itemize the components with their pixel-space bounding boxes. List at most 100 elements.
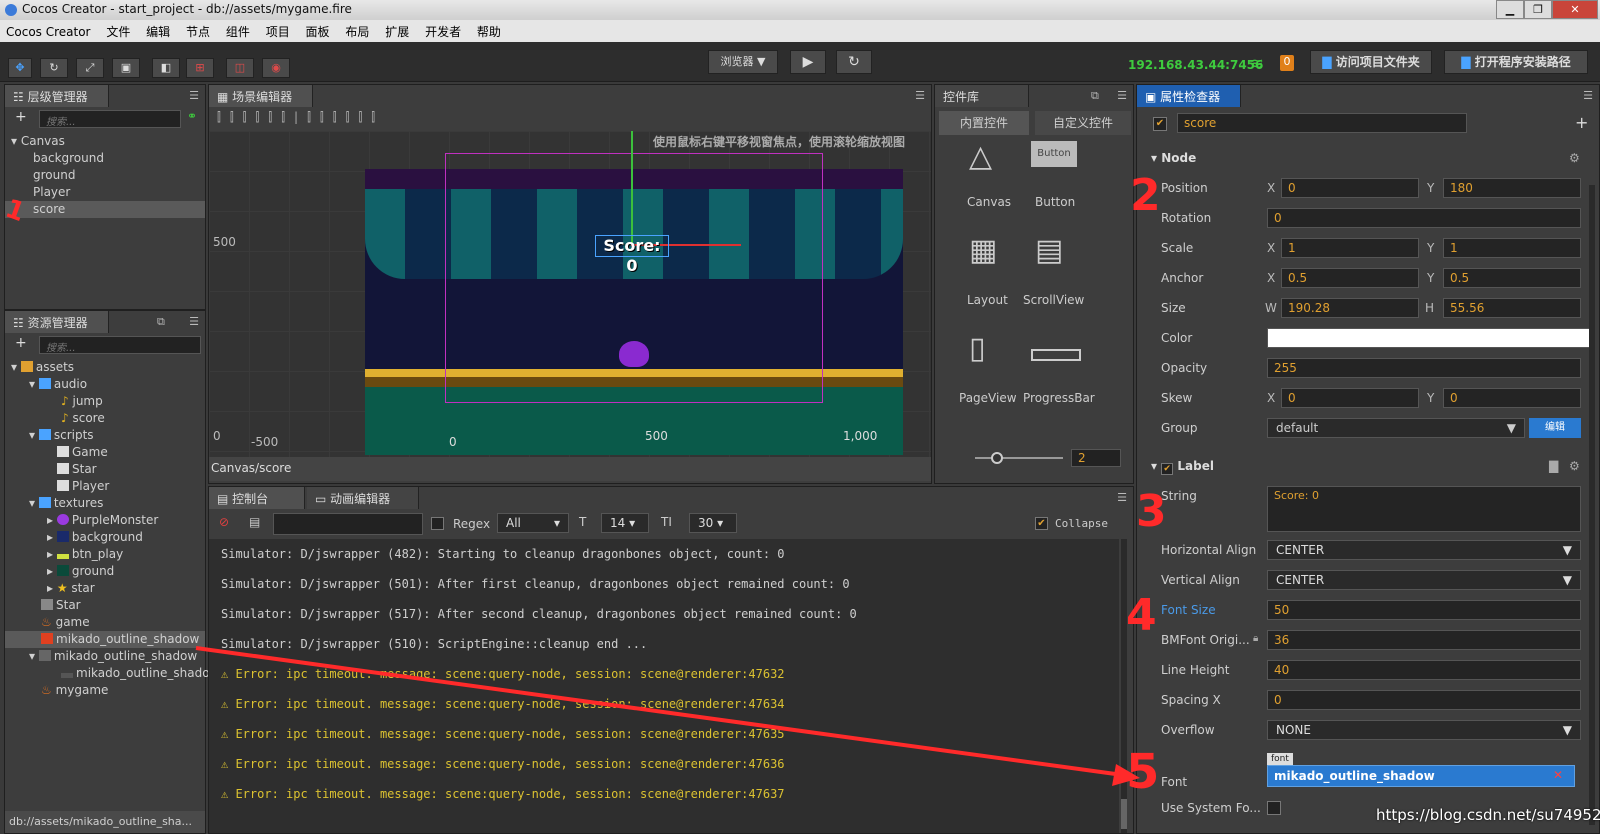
asset-folder[interactable]: ▾ textures xyxy=(5,495,205,512)
minimize-button[interactable]: ▁ xyxy=(1496,0,1524,19)
canvas-widget-icon[interactable]: △ xyxy=(969,139,992,174)
scrollbar-thumb[interactable] xyxy=(1121,799,1127,829)
error-line[interactable]: ⚠ Error: ipc timeout. message: scene:que… xyxy=(221,757,785,771)
halign-select[interactable]: CENTER ▼ xyxy=(1267,540,1581,560)
preview-platform-select[interactable]: 浏览器 ▼ xyxy=(708,50,778,74)
coord-icon[interactable]: ⊞ xyxy=(186,58,214,78)
label-section-header[interactable]: ▾ ✔ Label xyxy=(1151,459,1214,475)
zoom-slider[interactable] xyxy=(975,457,1063,459)
console-line-height-select[interactable]: 30 ▾ xyxy=(689,513,737,533)
tab-scene[interactable]: ▦ 场景编辑器 xyxy=(209,85,313,107)
log-level-select[interactable]: All ▾ xyxy=(497,513,569,533)
tab-widgets[interactable]: 控件库 xyxy=(935,85,1029,107)
opacity-input[interactable]: 255 xyxy=(1267,358,1581,378)
log-line[interactable]: Simulator: D/jswrapper (517): After seco… xyxy=(221,607,857,621)
menu-app[interactable]: Cocos Creator xyxy=(0,22,97,42)
add-node-icon[interactable]: + xyxy=(15,109,27,125)
rect-tool-icon[interactable]: ▣ xyxy=(112,58,140,78)
error-line[interactable]: ⚠ Error: ipc timeout. message: scene:que… xyxy=(221,697,785,711)
add-asset-icon[interactable]: + xyxy=(15,335,27,351)
tab-custom-widgets[interactable]: 自定义控件 xyxy=(1035,111,1131,135)
popout-icon[interactable]: ⧉ xyxy=(157,315,165,329)
asset-item[interactable]: Star xyxy=(5,597,205,614)
scrollview-widget-icon[interactable]: ▤ xyxy=(1035,233,1063,268)
panel-menu-icon[interactable]: ☰ xyxy=(1583,89,1593,102)
font-size-input[interactable]: 50 xyxy=(1267,600,1581,620)
close-button[interactable]: ✕ xyxy=(1552,0,1598,19)
tab-animation[interactable]: ▭ 动画编辑器 xyxy=(307,487,419,509)
zoom-value-input[interactable]: 2 xyxy=(1071,449,1121,467)
position-y-input[interactable]: 180 xyxy=(1443,178,1581,198)
size-h-input[interactable]: 55.56 xyxy=(1443,298,1581,318)
log-line[interactable]: Simulator: D/jswrapper (482): Starting t… xyxy=(221,547,785,561)
node-active-checkbox[interactable]: ✔ xyxy=(1153,117,1167,131)
asset-item[interactable]: ▸ ★ star xyxy=(5,580,205,597)
pivot-icon[interactable]: ◧ xyxy=(152,58,180,78)
menu-edit[interactable]: 编辑 xyxy=(140,20,176,43)
console-filter-input[interactable] xyxy=(273,513,423,535)
label-enabled-checkbox[interactable]: ✔ xyxy=(1161,463,1174,475)
asset-item[interactable]: ▸ ground xyxy=(5,563,205,580)
tab-builtin-widgets[interactable]: 内置控件 xyxy=(939,111,1029,135)
settings-gear-icon[interactable]: ⚙ xyxy=(1569,151,1580,165)
tab-console[interactable]: ▤ 控制台 xyxy=(209,487,305,509)
layout-widget-icon[interactable]: ▦ xyxy=(969,233,997,268)
open-project-folder-button[interactable]: ▇ 访问项目文件夹 xyxy=(1310,50,1432,74)
settings-gear-icon[interactable]: ⚙ xyxy=(1569,459,1580,473)
asset-item[interactable]: Player xyxy=(5,478,205,495)
group-select[interactable]: default ▼ xyxy=(1267,418,1525,438)
asset-item[interactable]: ▸ PurpleMonster xyxy=(5,512,205,529)
menu-panel[interactable]: 面板 xyxy=(300,20,336,43)
hierarchy-search-input[interactable]: 搜索... xyxy=(39,110,181,128)
asset-item[interactable]: ▸ background xyxy=(5,529,205,546)
pageview-widget-icon[interactable]: ▯ xyxy=(969,331,986,366)
anchor-x-input[interactable]: 0.5 xyxy=(1281,268,1419,288)
assets-search-input[interactable]: 搜索... xyxy=(39,336,201,354)
open-log-icon[interactable]: ▤ xyxy=(249,515,260,529)
anchor-y-input[interactable]: 0.5 xyxy=(1443,268,1581,288)
tab-hierarchy[interactable]: ☷ 层级管理器 xyxy=(5,85,109,107)
popout-icon[interactable]: ⧉ xyxy=(1091,89,1099,103)
asset-folder[interactable]: ▾ audio xyxy=(5,376,205,393)
zoom-slider-handle[interactable] xyxy=(991,452,1003,464)
position-x-input[interactable]: 0 xyxy=(1281,178,1419,198)
node-name-input[interactable]: score xyxy=(1177,113,1467,133)
tab-assets[interactable]: ☷ 资源管理器 xyxy=(5,311,109,333)
regex-checkbox[interactable] xyxy=(431,517,444,530)
panel-menu-icon[interactable]: ☰ xyxy=(1117,89,1127,102)
panel-menu-icon[interactable]: ☰ xyxy=(189,315,199,328)
align-toolbar[interactable]: ⫿⫿⫿⫿⫿⫿|⫿⫿⫿⫿⫿⫿ xyxy=(217,110,384,125)
use-system-font-checkbox[interactable] xyxy=(1267,801,1281,815)
node-section-header[interactable]: ▾ Node xyxy=(1151,151,1196,165)
bmfont-size-input[interactable]: 36 xyxy=(1267,630,1581,650)
score-label-node[interactable]: Score: 0 xyxy=(595,235,669,275)
asset-item[interactable]: ▾ mikado_outline_shadow xyxy=(5,648,205,665)
asset-item[interactable]: ♨ mygame xyxy=(5,682,205,699)
asset-item[interactable]: ♪ score xyxy=(5,410,205,427)
valign-select[interactable]: CENTER ▼ xyxy=(1267,570,1581,590)
console-font-size-select[interactable]: 14 ▾ xyxy=(601,513,649,533)
record-icon[interactable]: ◉ xyxy=(262,58,290,78)
menu-layout[interactable]: 布局 xyxy=(339,20,375,43)
add-component-icon[interactable]: + xyxy=(1575,113,1588,132)
inspector-scrollbar[interactable] xyxy=(1589,185,1595,825)
snap-icon[interactable]: ◫ xyxy=(226,58,254,78)
asset-item[interactable]: ▸ btn_play xyxy=(5,546,205,563)
skew-x-input[interactable]: 0 xyxy=(1281,388,1419,408)
menu-help[interactable]: 帮助 xyxy=(471,20,507,43)
asset-folder[interactable]: ▾ assets xyxy=(5,359,205,376)
tree-node[interactable]: background xyxy=(5,150,205,167)
gizmo-y-axis[interactable] xyxy=(631,131,633,245)
font-asset-field[interactable]: mikado_outline_shadow xyxy=(1267,765,1575,787)
menu-project[interactable]: 项目 xyxy=(260,20,296,43)
play-icon[interactable]: ▶ xyxy=(790,50,826,74)
move-tool-icon[interactable]: ✥ xyxy=(8,58,32,78)
tree-node[interactable]: Player xyxy=(5,184,205,201)
log-line[interactable]: Simulator: D/jswrapper (510): ScriptEngi… xyxy=(221,637,647,651)
rotation-input[interactable]: 0 xyxy=(1267,208,1581,228)
line-height-input[interactable]: 40 xyxy=(1267,660,1581,680)
asset-folder[interactable]: ▾ scripts xyxy=(5,427,205,444)
panel-menu-icon[interactable]: ☰ xyxy=(189,89,199,102)
asset-item[interactable]: ♪ jump xyxy=(5,393,205,410)
panel-menu-icon[interactable]: ☰ xyxy=(915,89,925,102)
